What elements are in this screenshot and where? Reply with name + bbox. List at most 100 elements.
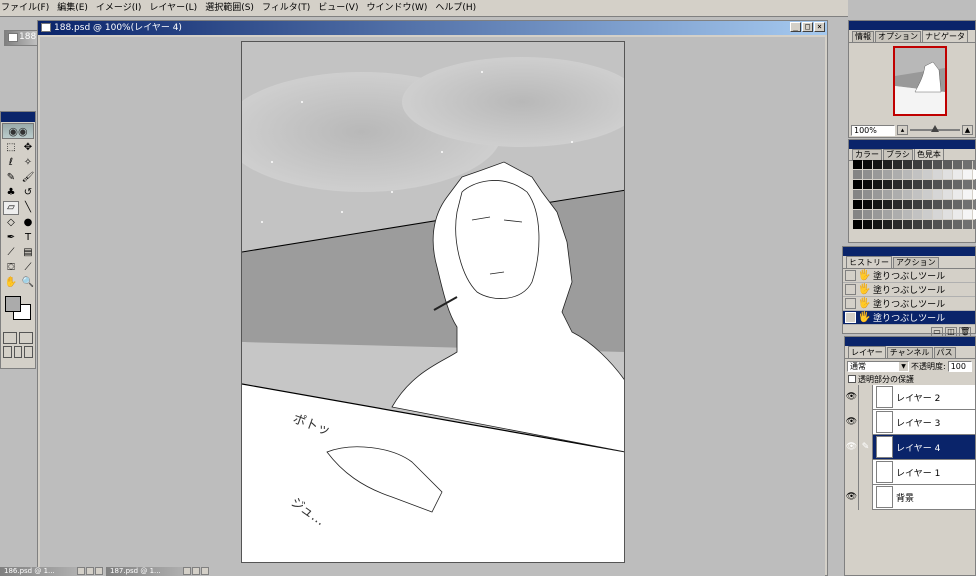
color-swatch[interactable] xyxy=(873,210,882,219)
close-button[interactable]: × xyxy=(814,22,825,32)
color-swatch[interactable] xyxy=(863,210,872,219)
color-swatch[interactable] xyxy=(923,210,932,219)
color-swatch[interactable] xyxy=(933,210,942,219)
color-swatch[interactable] xyxy=(913,190,922,199)
color-swatch[interactable] xyxy=(933,190,942,199)
color-swatch[interactable] xyxy=(963,160,972,169)
color-swatch[interactable] xyxy=(913,210,922,219)
color-swatch[interactable] xyxy=(893,200,902,209)
color-swatch[interactable] xyxy=(943,190,952,199)
color-swatch[interactable] xyxy=(883,160,892,169)
eye-icon[interactable]: 👁 xyxy=(845,484,859,510)
color-swatch[interactable] xyxy=(903,210,912,219)
color-swatch[interactable] xyxy=(913,200,922,209)
paintbrush-icon[interactable]: 🖌 xyxy=(20,171,36,185)
document-titlebar[interactable]: 188.psd @ 100%(レイヤー 4) _ □ × xyxy=(38,21,827,35)
menu-item[interactable]: 選択範囲(S) xyxy=(201,1,258,16)
color-swatch[interactable] xyxy=(883,200,892,209)
screen-mode-full-menu-button[interactable] xyxy=(13,346,23,358)
screen-mode-standard-button[interactable] xyxy=(3,346,12,358)
color-swatch[interactable] xyxy=(903,190,912,199)
color-swatch[interactable] xyxy=(943,170,952,179)
color-swatch[interactable] xyxy=(873,190,882,199)
paint-bucket-icon[interactable]: ⛋ xyxy=(3,261,19,275)
color-swatch[interactable] xyxy=(853,180,862,189)
background-document-window[interactable]: 188 xyxy=(4,30,38,46)
history-state-checkbox[interactable] xyxy=(845,312,856,323)
color-swatch[interactable] xyxy=(953,180,962,189)
color-swatch[interactable] xyxy=(953,160,962,169)
restore-button[interactable] xyxy=(183,567,191,575)
pencil-icon[interactable]: ╲ xyxy=(20,201,36,215)
brush-link-icon[interactable] xyxy=(859,409,873,435)
color-swatch[interactable] xyxy=(953,220,962,229)
zoom-slider[interactable] xyxy=(910,125,960,132)
color-swatch[interactable] xyxy=(933,180,942,189)
menu-item[interactable]: ウインドウ(W) xyxy=(362,1,431,16)
color-swatch[interactable] xyxy=(913,170,922,179)
color-swatch[interactable] xyxy=(883,190,892,199)
color-swatch[interactable] xyxy=(963,170,972,179)
menu-item[interactable]: ビュー(V) xyxy=(314,1,362,16)
color-swatch[interactable] xyxy=(873,170,882,179)
color-swatch[interactable] xyxy=(853,200,862,209)
menu-item[interactable]: ヘルプ(H) xyxy=(431,1,480,16)
color-swatch[interactable] xyxy=(853,170,862,179)
color-swatch[interactable] xyxy=(943,160,952,169)
blur-icon[interactable]: ◇ xyxy=(3,216,19,230)
screen-mode-full-button[interactable] xyxy=(24,346,34,358)
color-swatch[interactable] xyxy=(963,190,972,199)
color-swatch[interactable] xyxy=(893,170,902,179)
color-swatch[interactable] xyxy=(863,170,872,179)
color-swatch[interactable] xyxy=(953,200,962,209)
zoom-out-icon[interactable]: ▴ xyxy=(897,125,908,135)
history-item[interactable]: 🖐 塗りつぶしツール xyxy=(843,297,975,311)
color-swatch[interactable] xyxy=(863,160,872,169)
color-swatch[interactable] xyxy=(953,190,962,199)
brush-link-icon[interactable] xyxy=(859,384,873,410)
history-brush-icon[interactable]: ↺ xyxy=(20,186,36,200)
color-swatch[interactable] xyxy=(893,180,902,189)
eye-icon[interactable]: 👁 xyxy=(845,409,859,435)
preserve-transparency-checkbox[interactable] xyxy=(848,375,856,383)
layers-tab[interactable]: レイヤー xyxy=(848,346,886,358)
zoom-in-icon[interactable]: ▲ xyxy=(962,125,973,135)
color-swatch[interactable] xyxy=(873,220,882,229)
color-swatch[interactable] xyxy=(933,220,942,229)
color-swatch[interactable] xyxy=(963,210,972,219)
color-swatch[interactable] xyxy=(963,220,972,229)
foreground-color-swatch[interactable] xyxy=(5,296,21,312)
color-swatch[interactable] xyxy=(913,180,922,189)
color-swatch[interactable] xyxy=(883,170,892,179)
navigator-tab[interactable]: オプション xyxy=(875,31,921,42)
layers-titlebar[interactable] xyxy=(845,337,975,346)
layers-tab[interactable]: パス xyxy=(933,347,956,358)
quick-mask-button[interactable] xyxy=(19,332,33,344)
maximize-button[interactable] xyxy=(192,567,200,575)
menu-item[interactable]: イメージ(I) xyxy=(92,1,146,16)
navigator-titlebar[interactable] xyxy=(849,21,975,30)
history-titlebar[interactable] xyxy=(843,247,975,256)
color-swatch[interactable] xyxy=(853,190,862,199)
color-swatch[interactable] xyxy=(933,200,942,209)
color-swatch[interactable] xyxy=(933,160,942,169)
blend-mode-select[interactable]: 通常 ▼ xyxy=(847,360,909,372)
color-swatch[interactable] xyxy=(923,190,932,199)
eye-logo-icon[interactable]: ◉◉ xyxy=(2,123,34,139)
swatches_panel-tab[interactable]: ブラシ xyxy=(883,149,913,160)
minimized-document-window[interactable]: 187.psd @ 1... xyxy=(106,567,210,576)
color-swatch[interactable] xyxy=(883,180,892,189)
color-swatch[interactable] xyxy=(883,210,892,219)
restore-button[interactable] xyxy=(77,567,85,575)
color-swatch[interactable] xyxy=(863,190,872,199)
marquee-icon[interactable]: ⬚ xyxy=(3,141,19,155)
history-item[interactable]: 🖐 塗りつぶしツール xyxy=(843,311,975,325)
menu-item[interactable]: フィルタ(T) xyxy=(258,1,314,16)
minimize-button[interactable]: _ xyxy=(790,22,801,32)
type-icon[interactable]: T xyxy=(20,231,36,245)
background-document-titlebar[interactable]: 188 xyxy=(5,31,37,45)
menu-item[interactable]: レイヤー(L) xyxy=(145,1,201,16)
swatches-titlebar[interactable] xyxy=(849,140,975,149)
swatches_panel-tab[interactable]: カラー xyxy=(852,149,882,160)
menu-item[interactable]: 編集(E) xyxy=(53,1,92,16)
